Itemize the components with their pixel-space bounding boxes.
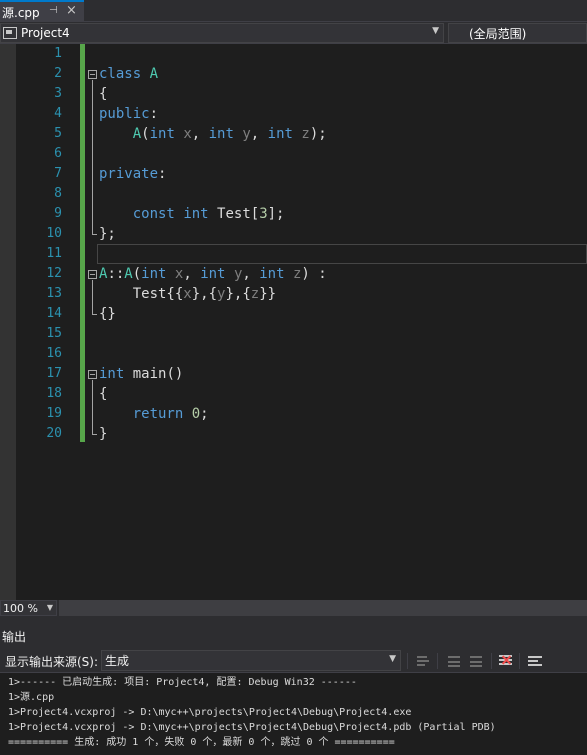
previous-message-icon[interactable] [446, 652, 462, 668]
line-number: 6 [54, 146, 62, 161]
toolbar-separator [437, 653, 438, 669]
project-dropdown[interactable]: Project4 ▼ [0, 23, 444, 43]
word-wrap-icon[interactable] [527, 652, 543, 668]
line-number: 8 [54, 186, 62, 201]
tab-title: 源.cpp [2, 5, 40, 20]
code-line: const int Test[3]; [132, 206, 285, 222]
tab-source-cpp[interactable]: 源.cpp ⊣ × [0, 0, 84, 22]
navigation-bar: Project4 ▼ (全局范围) [0, 22, 587, 44]
fold-guide-end [92, 314, 97, 315]
output-line: 1>Project4.vcxproj -> D:\myc++\projects\… [8, 707, 412, 718]
fold-guide-end [92, 434, 97, 435]
project-icon [3, 27, 17, 39]
collapse-class-icon[interactable] [88, 70, 97, 79]
pin-icon[interactable]: ⊣ [49, 5, 58, 16]
fold-guide [92, 280, 93, 314]
line-number: 16 [46, 346, 62, 361]
editor-status-bar: 100 % ▼ [0, 600, 587, 616]
scope-label: (全局范围) [469, 26, 527, 41]
line-number: 20 [46, 426, 62, 441]
chevron-down-icon: ▼ [389, 654, 396, 664]
output-toolbar: 显示输出来源(S): 生成 ▼ [0, 648, 587, 673]
next-message-icon[interactable] [468, 652, 484, 668]
code-line: int main() [99, 366, 184, 382]
output-title-bar: 输出 [0, 616, 587, 648]
toolbar-separator [519, 653, 520, 669]
line-number: 19 [46, 406, 62, 421]
code-line: {} [99, 306, 116, 322]
toolbar-separator [491, 653, 492, 669]
output-line: ========== 生成: 成功 1 个，失败 0 个，最新 0 个，跳过 0… [8, 737, 395, 748]
line-number-gutter: 1 2 3 4 5 6 7 8 9 10 11 12 13 14 15 16 1… [16, 44, 62, 444]
line-number: 7 [54, 166, 62, 181]
code-line: { [99, 86, 108, 102]
output-line: 1>------ 已启动生成: 项目: Project4, 配置: Debug … [8, 677, 357, 688]
scope-dropdown[interactable]: (全局范围) [448, 23, 587, 43]
output-source-value: 生成 [105, 654, 130, 668]
code-line: private: [99, 166, 167, 182]
line-number: 9 [54, 206, 62, 221]
line-number: 18 [46, 386, 62, 401]
line-number: 17 [46, 366, 62, 381]
clear-all-icon[interactable] [498, 652, 514, 668]
code-line: Test{{x},{y},{z}} [99, 286, 277, 302]
fold-guide [92, 380, 93, 434]
output-text[interactable]: 1>------ 已启动生成: 项目: Project4, 配置: Debug … [8, 675, 583, 750]
project-name: Project4 [21, 26, 70, 40]
line-number: 3 [54, 86, 62, 101]
code-editor[interactable]: 1 2 3 4 5 6 7 8 9 10 11 12 13 14 15 16 1… [0, 44, 587, 600]
change-tracking-bar [80, 44, 85, 442]
code-line: }; [99, 226, 116, 242]
output-source-label: 显示输出来源(S): [5, 655, 99, 669]
code-line: A::A(int x, int y, int z) : [99, 266, 327, 282]
zoom-level: 100 % [3, 601, 38, 615]
output-title: 输出 [2, 630, 27, 644]
line-number: 2 [54, 66, 62, 81]
document-tab-strip: 源.cpp ⊣ × [0, 0, 587, 22]
collapse-main-icon[interactable] [88, 370, 97, 379]
line-number: 12 [46, 266, 62, 281]
line-number: 5 [54, 126, 62, 141]
horizontal-scrollbar[interactable] [59, 600, 587, 616]
output-panel: 输出 显示输出来源(S): 生成 ▼ 1>------ 已启动生成: 项目: P… [0, 616, 587, 755]
line-number: 11 [46, 246, 62, 261]
fold-guide-end [92, 234, 97, 235]
close-icon[interactable]: × [66, 3, 77, 18]
indicator-margin [0, 44, 16, 600]
line-number: 10 [46, 226, 62, 241]
code-line: } [99, 426, 108, 442]
code-line: class A [99, 66, 159, 82]
code-line: { [99, 386, 108, 402]
go-to-message-icon[interactable] [415, 652, 431, 668]
collapse-constructor-icon[interactable] [88, 270, 97, 279]
output-line: 1>Project4.vcxproj -> D:\myc++\projects\… [8, 722, 496, 733]
code-line: return 0; [132, 406, 209, 422]
toolbar-separator [407, 653, 408, 669]
chevron-down-icon: ▼ [432, 26, 439, 36]
code-line: A(int x, int y, int z); [132, 126, 327, 142]
zoom-dropdown[interactable]: 100 % ▼ [0, 600, 57, 616]
line-number: 4 [54, 106, 62, 121]
output-line: 1>源.cpp [8, 692, 55, 703]
code-text[interactable]: class A { public: A(int x, int y, int z)… [99, 44, 587, 444]
output-source-dropdown[interactable]: 生成 ▼ [101, 650, 401, 671]
line-number: 14 [46, 306, 62, 321]
line-number: 15 [46, 326, 62, 341]
chevron-down-icon: ▼ [46, 603, 53, 612]
line-number: 1 [54, 46, 62, 61]
line-number: 13 [46, 286, 62, 301]
fold-guide [92, 80, 93, 234]
code-line: public: [99, 106, 159, 122]
